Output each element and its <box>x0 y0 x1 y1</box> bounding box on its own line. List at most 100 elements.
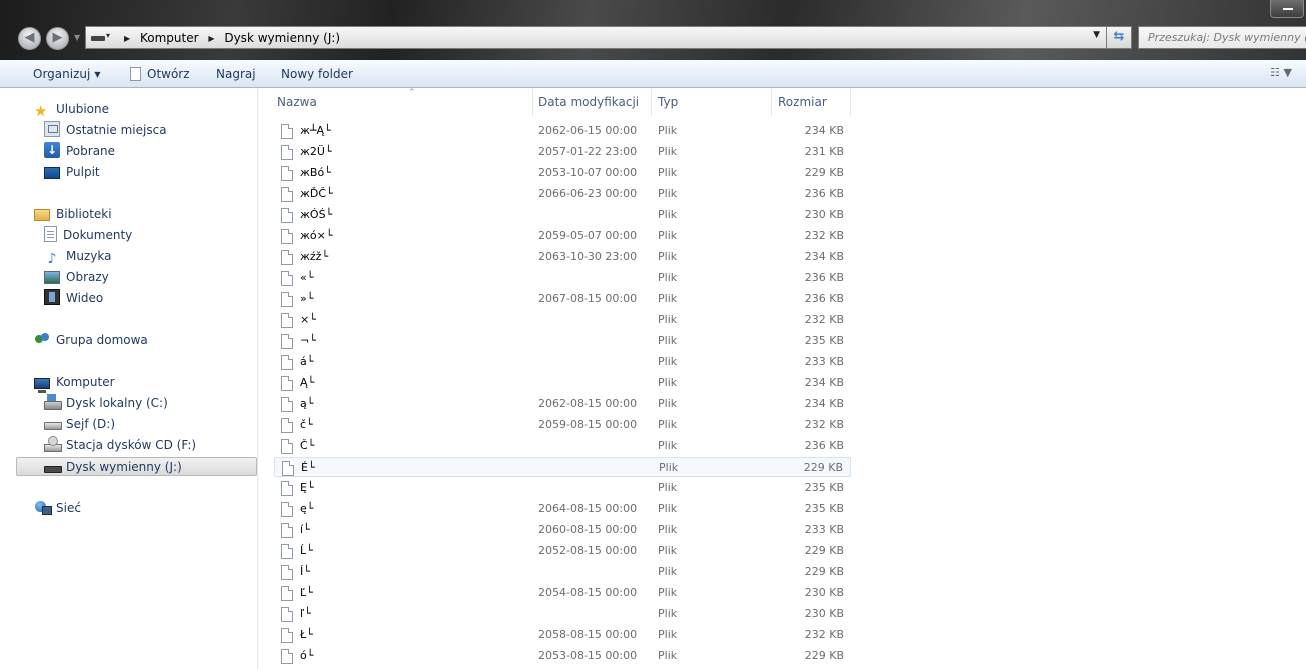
file-row[interactable]: жźž└ 2063-10-30 23:00 Plik 234 KB <box>274 247 851 267</box>
file-row[interactable]: ó└ 2053-08-15 00:00 Plik 229 KB <box>274 646 851 666</box>
nav-recent-places[interactable]: Ostatnie miejsca <box>44 121 167 140</box>
nav-drive-j[interactable]: Dysk wymienny (J:) <box>16 457 257 476</box>
file-row[interactable]: ж┴Ą└ 2062-06-15 00:00 Plik 234 KB <box>274 121 851 141</box>
file-type: Plik <box>658 418 678 431</box>
open-label: Otwórz <box>147 67 190 81</box>
column-header-name[interactable]: Nazwa ⌃ <box>271 88 533 116</box>
file-row[interactable]: ą└ 2062-08-15 00:00 Plik 234 KB <box>274 394 851 414</box>
nav-drive-d[interactable]: Sejf (D:) <box>44 415 115 434</box>
file-row[interactable]: É└ Plik 229 KB <box>274 457 851 477</box>
address-bar[interactable]: ▶ Komputer ▶ Dysk wymienny (J:) ▼ <box>85 26 1107 49</box>
file-row[interactable]: Ľ└ 2054-08-15 00:00 Plik 230 KB <box>274 583 851 603</box>
nav-drive-c[interactable]: Dysk lokalny (C:) <box>44 394 168 413</box>
file-type: Plik <box>658 544 678 557</box>
command-bar: Organizuj ▼ Otwórz Nagraj Nowy folder ☷ ▼ <box>0 60 1306 88</box>
file-row[interactable]: í└ 2060-08-15 00:00 Plik 233 KB <box>274 520 851 540</box>
breadcrumb-item-computer[interactable]: Komputer <box>140 31 199 45</box>
chevron-right-icon[interactable]: ▶ <box>208 34 214 43</box>
nav-music[interactable]: ♪ Muzyka <box>44 247 112 267</box>
new-folder-button[interactable]: Nowy folder <box>281 67 353 81</box>
file-type: Plik <box>658 397 678 410</box>
column-header-date[interactable]: Data modyfikacji <box>532 88 652 116</box>
file-row[interactable]: Ł└ 2058-08-15 00:00 Plik 232 KB <box>274 625 851 645</box>
file-type: Plik <box>658 271 678 284</box>
nav-libraries[interactable]: Biblioteki <box>34 205 112 224</box>
organize-button[interactable]: Organizuj ▼ <box>33 67 100 81</box>
column-header-type[interactable]: Typ <box>652 88 772 116</box>
file-size: 236 KB <box>804 292 844 305</box>
breadcrumb: ▶ Komputer ▶ Dysk wymienny (J:) <box>118 31 340 45</box>
file-name: ą└ <box>300 397 314 410</box>
nav-desktop[interactable]: Pulpit <box>44 163 100 182</box>
file-type: Plik <box>658 565 678 578</box>
nav-label: Ulubione <box>56 102 110 116</box>
file-size: 236 KB <box>804 439 844 452</box>
file-date: 2064-08-15 00:00 <box>538 502 638 515</box>
star-icon: ★ <box>34 102 48 120</box>
file-icon <box>281 523 293 538</box>
breadcrumb-item-removable-drive[interactable]: Dysk wymienny (J:) <box>224 31 340 45</box>
file-icon <box>281 187 293 202</box>
file-icon <box>281 418 293 433</box>
file-row[interactable]: ¬└ Plik 235 KB <box>274 331 851 351</box>
back-arrow-icon[interactable]: ◀ <box>18 27 41 50</box>
file-row[interactable]: ę└ 2064-08-15 00:00 Plik 235 KB <box>274 499 851 519</box>
file-name: ó└ <box>300 649 314 662</box>
file-row[interactable]: Č└ Plik 236 KB <box>274 436 851 456</box>
removable-drive-icon <box>44 458 62 474</box>
file-size: 236 KB <box>804 271 844 284</box>
open-button[interactable]: Otwórz <box>130 67 190 81</box>
file-row[interactable]: Í└ Plik 229 KB <box>274 562 851 582</box>
file-icon <box>281 145 293 160</box>
file-row[interactable]: Ą└ Plik 234 KB <box>274 373 851 393</box>
nav-network[interactable]: Sieć <box>34 499 81 518</box>
file-name: Ę└ <box>300 481 314 494</box>
file-row[interactable]: »└ 2067-08-15 00:00 Plik 236 KB <box>274 289 851 309</box>
minimize-button[interactable] <box>1270 0 1304 18</box>
file-type: Plik <box>658 334 678 347</box>
document-icon <box>130 67 141 81</box>
nav-downloads[interactable]: Pobrane <box>44 141 115 161</box>
local-disk-icon <box>44 394 62 410</box>
computer-icon <box>34 378 50 393</box>
file-row[interactable]: «└ Plik 236 KB <box>274 268 851 288</box>
file-row[interactable]: жĎČ└ 2066-06-23 00:00 Plik 236 KB <box>274 184 851 204</box>
file-row[interactable]: Ĺ└ 2052-08-15 00:00 Plik 229 KB <box>274 541 851 561</box>
address-dropdown-icon[interactable]: ▼ <box>1093 30 1100 40</box>
file-row[interactable]: жBó└ 2053-10-07 00:00 Plik 229 KB <box>274 163 851 183</box>
burn-button[interactable]: Nagraj <box>216 67 256 81</box>
file-row[interactable]: č└ 2059-08-15 00:00 Plik 232 KB <box>274 415 851 435</box>
nav-drive-f[interactable]: Stacja dysków CD (F:) <box>44 436 196 455</box>
refresh-icon[interactable]: ⇆ <box>1106 26 1132 49</box>
file-size: 236 KB <box>804 187 844 200</box>
pictures-icon <box>44 271 60 284</box>
nav-documents[interactable]: Dokumenty <box>44 226 132 245</box>
file-row[interactable]: á└ Plik 233 KB <box>274 352 851 372</box>
change-view-icon[interactable]: ☷ ▼ <box>1270 66 1292 79</box>
nav-computer[interactable]: Komputer <box>34 373 115 393</box>
recent-pages-dropdown-icon[interactable]: ▼ <box>74 33 80 42</box>
search-input[interactable]: Przeszukaj: Dysk wymienny (J:) <box>1138 26 1306 49</box>
file-row[interactable]: Ę└ Plik 235 KB <box>274 478 851 498</box>
libraries-icon <box>34 209 50 221</box>
file-date: 2057-01-22 23:00 <box>538 145 638 158</box>
file-date: 2059-08-15 00:00 <box>538 418 638 431</box>
nav-videos[interactable]: Wideo <box>44 289 103 308</box>
file-row[interactable]: жÓŚ└ Plik 230 KB <box>274 205 851 225</box>
nav-homegroup[interactable]: Grupa domowa <box>34 331 148 350</box>
nav-pictures[interactable]: Obrazy <box>44 268 109 287</box>
file-size: 235 KB <box>804 334 844 347</box>
file-row[interactable]: жó×└ 2059-05-07 00:00 Plik 232 KB <box>274 226 851 246</box>
file-icon <box>281 229 293 244</box>
file-name: жBó└ <box>300 166 331 179</box>
file-size: 233 KB <box>804 355 844 368</box>
chevron-right-icon[interactable]: ▶ <box>124 34 130 43</box>
nav-favorites[interactable]: ★ Ulubione <box>34 100 109 119</box>
file-date: 2052-08-15 00:00 <box>538 544 638 557</box>
file-row[interactable]: ×└ Plik 232 KB <box>274 310 851 330</box>
column-header-size[interactable]: Rozmiar <box>772 88 851 116</box>
file-row[interactable]: ж2Ü└ 2057-01-22 23:00 Plik 231 KB <box>274 142 851 162</box>
file-name: Ł└ <box>300 628 313 641</box>
file-row[interactable]: ľ└ Plik 230 KB <box>274 604 851 624</box>
forward-arrow-icon[interactable]: ▶ <box>46 27 69 50</box>
